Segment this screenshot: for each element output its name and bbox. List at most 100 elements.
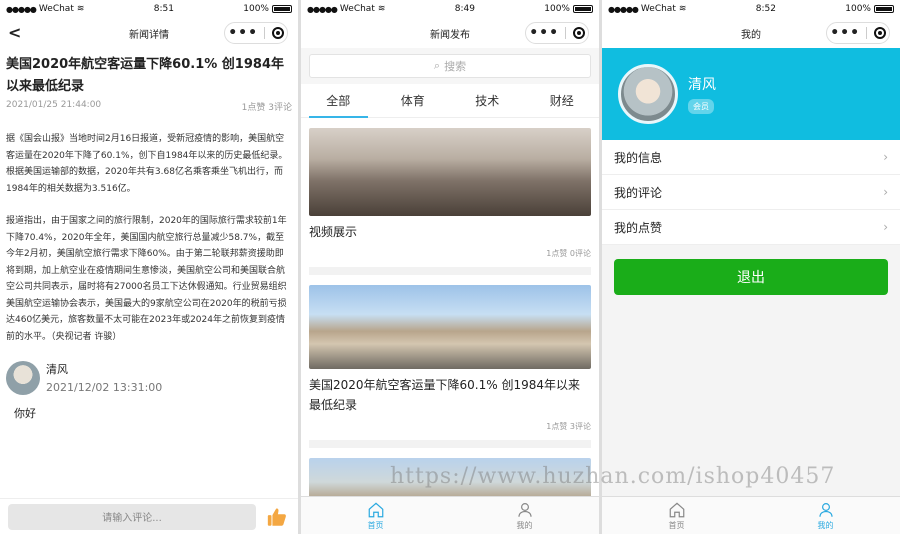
comment-bar: 请输入评论... <box>0 498 298 534</box>
tabbar-home[interactable]: 首页 <box>602 497 751 534</box>
screen-news-feed: ●●●●● WeChat ≋ 8:49 100% 新闻发布 ••• ⌕ 搜索 全部 … <box>301 0 599 534</box>
home-icon <box>669 501 684 517</box>
menu-item-my-likes[interactable]: 我的点赞 › <box>602 210 900 245</box>
search-placeholder: 搜索 <box>444 60 467 73</box>
news-title: 视频展示 <box>309 225 358 239</box>
more-icon[interactable]: ••• <box>529 26 559 40</box>
carrier-label: WeChat <box>640 4 676 14</box>
category-tabs: 全部 体育 技术 财经 <box>301 84 599 118</box>
watermark: https://www.huzhan.com/ishop40457 <box>390 464 836 489</box>
battery-icon <box>873 5 894 13</box>
signal-icon: ●●●●● <box>608 4 639 14</box>
capsule-divider <box>866 27 868 39</box>
list-item[interactable]: 视频展示 1点赞 0评论 <box>309 118 591 275</box>
nav-bar: < 新闻详情 ••• <box>0 18 298 48</box>
more-icon[interactable]: ••• <box>228 26 258 40</box>
signal-icon: ●●●●● <box>6 4 37 14</box>
tabbar-mine[interactable]: 我的 <box>450 497 599 534</box>
news-thumbnail <box>309 128 591 216</box>
comment-input[interactable]: 请输入评论... <box>8 503 256 530</box>
battery-icon <box>572 5 593 13</box>
article-paragraph: 据《国会山报》当地时间2月16日报道，受新冠疫情的影响，美国航空客运量在2020… <box>6 134 288 194</box>
profile-name: 清风 <box>688 77 716 93</box>
more-icon[interactable]: ••• <box>830 26 860 40</box>
carrier-label: WeChat <box>339 4 375 14</box>
article-title: 美国2020年航空客运量下降60.1% 创1984年以来最低纪录 <box>6 57 284 94</box>
article-paragraph: 报道指出，由于国家之间的旅行限制，2020年的国际旅行需求较前1年下降70.4%… <box>6 216 287 342</box>
page-title: 新闻详情 <box>129 29 169 41</box>
search-input[interactable]: ⌕ 搜索 <box>309 54 591 78</box>
news-stats: 1点赞 3评论 <box>546 422 591 431</box>
nav-bar: 我的 ••• <box>602 18 900 48</box>
capsule-divider <box>565 27 567 39</box>
tabbar-mine-label: 我的 <box>516 520 533 530</box>
capsule-divider <box>264 27 266 39</box>
tabbar-mine[interactable]: 我的 <box>751 497 900 534</box>
search-icon: ⌕ <box>433 59 441 72</box>
logout-button[interactable]: 退出 <box>614 259 888 295</box>
close-icon[interactable] <box>572 27 585 39</box>
tabbar-home[interactable]: 首页 <box>301 497 450 534</box>
comment-time: 2021/12/02 13:31:00 <box>46 381 163 394</box>
status-bar: ●●●●● WeChat ≋ 8:51 100% <box>0 0 298 18</box>
article: 美国2020年航空客运量下降60.1% 创1984年以来最低纪录 2021/01… <box>0 48 298 345</box>
news-thumbnail <box>309 285 591 369</box>
page-title: 我的 <box>741 29 761 41</box>
carrier-label: WeChat <box>38 4 74 14</box>
menu-item-label: 我的信息 <box>614 150 663 165</box>
page-title: 新闻发布 <box>430 29 470 41</box>
user-icon <box>818 502 833 517</box>
chevron-right-icon: › <box>883 220 888 234</box>
article-stats: 1点赞 3评论 <box>241 103 292 113</box>
search-bar: ⌕ 搜索 <box>301 48 599 84</box>
article-meta: 2021/01/25 21:44:00 1点赞 3评论 <box>6 100 292 113</box>
wifi-icon: ≋ <box>377 4 386 14</box>
comment-item: 清风 2021/12/02 13:31:00 你好 <box>0 361 298 421</box>
menu-item-label: 我的评论 <box>614 185 663 200</box>
tabbar-mine-label: 我的 <box>817 520 834 530</box>
status-bar: ●●●●● WeChat ≋ 8:49 100% <box>301 0 599 18</box>
battery-icon <box>271 5 292 13</box>
tabbar-home-label: 首页 <box>668 520 685 530</box>
close-icon[interactable] <box>873 27 886 39</box>
tab-finance[interactable]: 财经 <box>525 84 600 117</box>
news-title: 美国2020年航空客运量下降60.1% 创1984年以来最低纪录 <box>309 378 581 412</box>
tab-all[interactable]: 全部 <box>301 84 376 118</box>
list-item[interactable]: 美国2020年航空客运量下降60.1% 创1984年以来最低纪录 1点赞 3评论 <box>309 275 591 448</box>
miniprogram-capsule[interactable]: ••• <box>525 22 589 44</box>
tab-sports[interactable]: 体育 <box>376 84 451 117</box>
wifi-icon: ≋ <box>76 4 85 14</box>
battery-label: 100% <box>544 4 570 14</box>
profile-menu: 我的信息 › 我的评论 › 我的点赞 › <box>602 140 900 245</box>
article-body: 据《国会山报》当地时间2月16日报道，受新冠疫情的影响，美国航空客运量在2020… <box>6 131 292 345</box>
tab-tech[interactable]: 技术 <box>450 84 525 117</box>
battery-label: 100% <box>243 4 269 14</box>
menu-item-my-comments[interactable]: 我的评论 › <box>602 175 900 210</box>
wifi-icon: ≋ <box>678 4 687 14</box>
news-stats: 1点赞 0评论 <box>546 249 591 258</box>
tab-bar: 首页 我的 <box>301 496 599 534</box>
tab-bar: 首页 我的 <box>602 496 900 534</box>
avatar[interactable] <box>618 64 678 124</box>
avatar <box>6 361 40 395</box>
thumb-up-icon[interactable] <box>266 505 288 529</box>
chevron-right-icon: › <box>883 150 888 164</box>
article-date: 2021/01/25 21:44:00 <box>6 100 102 110</box>
screen-news-detail: ●●●●● WeChat ≋ 8:51 100% < 新闻详情 ••• 美国2020… <box>0 0 298 534</box>
chevron-right-icon: › <box>883 185 888 199</box>
clock: 8:49 <box>454 4 475 14</box>
back-icon[interactable]: < <box>8 23 21 42</box>
clock: 8:52 <box>755 4 776 14</box>
miniprogram-capsule[interactable]: ••• <box>224 22 288 44</box>
news-feed: 视频展示 1点赞 0评论 美国2020年航空客运量下降60.1% 创1984年以… <box>301 118 599 498</box>
home-icon <box>368 501 383 517</box>
menu-item-my-info[interactable]: 我的信息 › <box>602 140 900 175</box>
nav-bar: 新闻发布 ••• <box>301 18 599 48</box>
screen-mine: ●●●●● WeChat ≋ 8:52 100% 我的 ••• 清风 会员 我的信息… <box>602 0 900 534</box>
comment-user: 清风 <box>46 363 68 376</box>
miniprogram-capsule[interactable]: ••• <box>826 22 890 44</box>
battery-label: 100% <box>845 4 871 14</box>
close-icon[interactable] <box>271 27 284 39</box>
tabbar-home-label: 首页 <box>367 520 384 530</box>
signal-icon: ●●●●● <box>307 4 338 14</box>
